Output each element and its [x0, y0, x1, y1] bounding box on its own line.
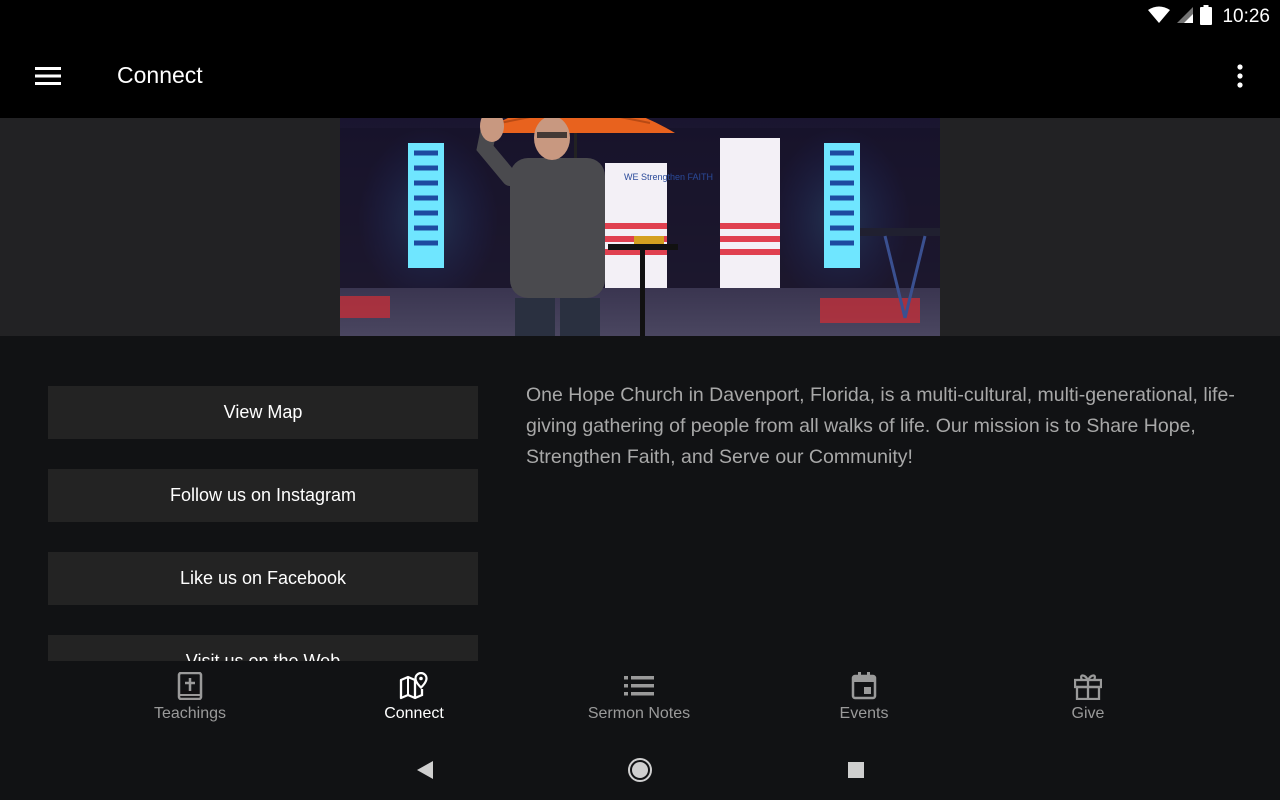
list-icon	[624, 671, 654, 701]
nav-label-events: Events	[839, 705, 889, 722]
nav-events[interactable]: Events	[784, 671, 944, 733]
system-navigation-bar	[0, 739, 1280, 800]
facebook-button[interactable]: Like us on Facebook	[48, 552, 478, 605]
more-vert-icon[interactable]	[1224, 58, 1256, 94]
app-bar: Connect	[0, 34, 1280, 118]
bible-icon	[175, 671, 205, 701]
about-text: One Hope Church in Davenport, Florida, i…	[526, 384, 1235, 468]
link-button-list: View Map Follow us on Instagram Like us …	[48, 386, 478, 661]
cell-signal-icon	[1176, 6, 1194, 29]
page-title: Connect	[117, 62, 203, 88]
hamburger-menu-icon[interactable]	[30, 58, 66, 94]
nav-label-teachings: Teachings	[153, 705, 227, 722]
map-pin-icon	[399, 671, 429, 701]
instagram-button[interactable]: Follow us on Instagram	[48, 469, 478, 522]
church-stage-photo: WE Strengthen FAITH	[340, 118, 940, 336]
calendar-icon	[849, 671, 879, 701]
view-map-button[interactable]: View Map	[48, 386, 478, 439]
hero-banner: WE Strengthen FAITH	[0, 118, 1280, 336]
nav-sermon-notes[interactable]: Sermon Notes	[559, 671, 719, 733]
connect-content: View Map Follow us on Instagram Like us …	[0, 336, 1280, 661]
wifi-icon	[1148, 6, 1171, 29]
home-icon[interactable]	[625, 755, 655, 785]
recents-icon[interactable]	[841, 755, 871, 785]
gift-icon	[1073, 671, 1103, 701]
website-button[interactable]: Visit us on the Web	[48, 635, 478, 661]
nav-teachings[interactable]: Teachings	[110, 671, 270, 733]
nav-connect[interactable]: Connect	[334, 671, 494, 733]
bottom-navigation: Teachings Connect Sermon Notes Events Gi…	[0, 661, 1280, 739]
nav-give[interactable]: Give	[1008, 671, 1168, 733]
status-icons: 10:26	[1148, 4, 1270, 30]
status-bar: 10:26	[0, 0, 1280, 34]
nav-label-sermon-notes: Sermon Notes	[587, 705, 691, 722]
banner-text-we: WE Strengthen FAITH	[624, 172, 713, 182]
nav-label-connect: Connect	[384, 705, 444, 722]
status-time: 10:26	[1222, 6, 1270, 27]
battery-icon	[1200, 4, 1213, 30]
back-icon[interactable]	[410, 755, 440, 785]
nav-label-give: Give	[1071, 705, 1105, 722]
